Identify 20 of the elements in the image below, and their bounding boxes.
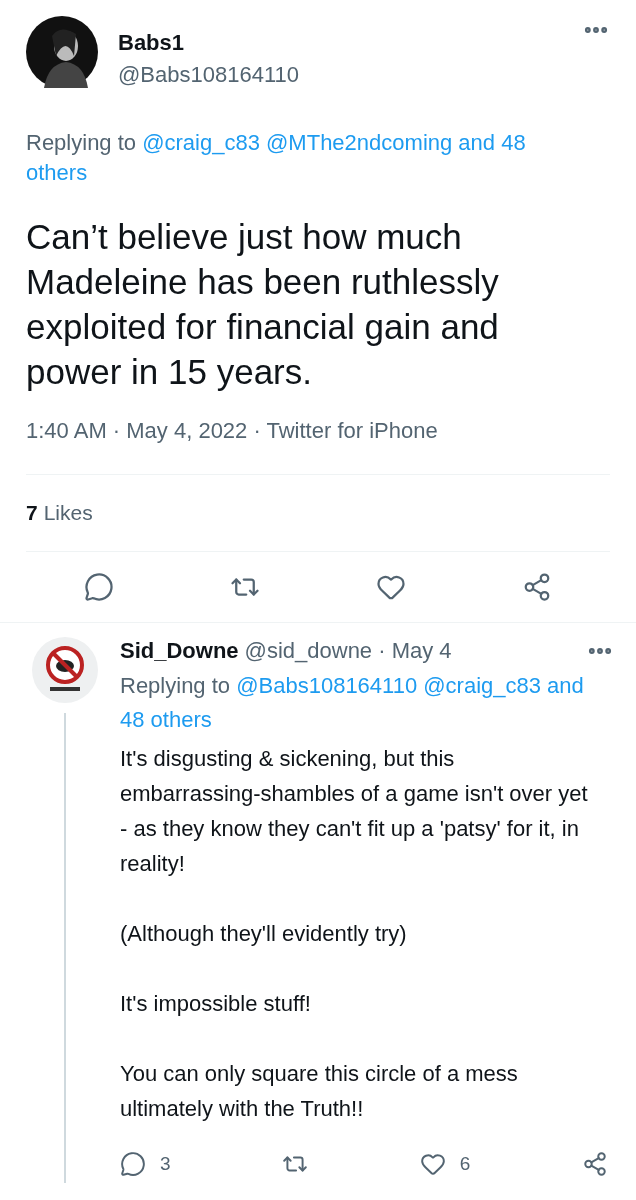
heart-icon[interactable] (419, 1151, 446, 1177)
tweet-text: Can’t believe just how much Madeleine has been ruthlessly exploited for financial gain and power in 15 years. (26, 216, 500, 393)
action-count: 6 (459, 1153, 471, 1175)
tweet-timestamp: 1:40 AM · May 4, 2022 · Twitter for iPhone (26, 418, 439, 444)
tweet-text: You can only square this circle of a mess ultimately with the Truth!! (120, 1060, 519, 1123)
reply-icon[interactable] (120, 1151, 146, 1177)
action-count: 3 (160, 1153, 171, 1175)
tweet-text: It's impossible stuff! (120, 990, 312, 1018)
share-icon[interactable] (522, 572, 552, 602)
likes-count[interactable]: 7 Likes (26, 475, 610, 551)
share-icon[interactable] (582, 1151, 608, 1177)
reply-icon[interactable] (84, 572, 114, 602)
user-name: Babs1 (118, 30, 186, 56)
user-name: Sid_Downe (120, 638, 239, 664)
replying-to-text: Replying to @craig_c83 @MThe2ndcoming and 48 others (26, 129, 527, 187)
tweet-text: (Although they'll evidently try) (120, 920, 408, 948)
tweet-text: It's disgusting & sickening, but this embarrassing-shambles of a game isn't over yet - as they know they can't fit up a 'patsy' for it, in reality! (120, 745, 589, 878)
user-handle: @Babs108164110 (118, 62, 300, 88)
replying-to-text: Replying to @Babs108164110 @craig_c83 and 48 others (120, 672, 585, 734)
user-handle: @sid_downe · May 4 (244, 638, 453, 664)
